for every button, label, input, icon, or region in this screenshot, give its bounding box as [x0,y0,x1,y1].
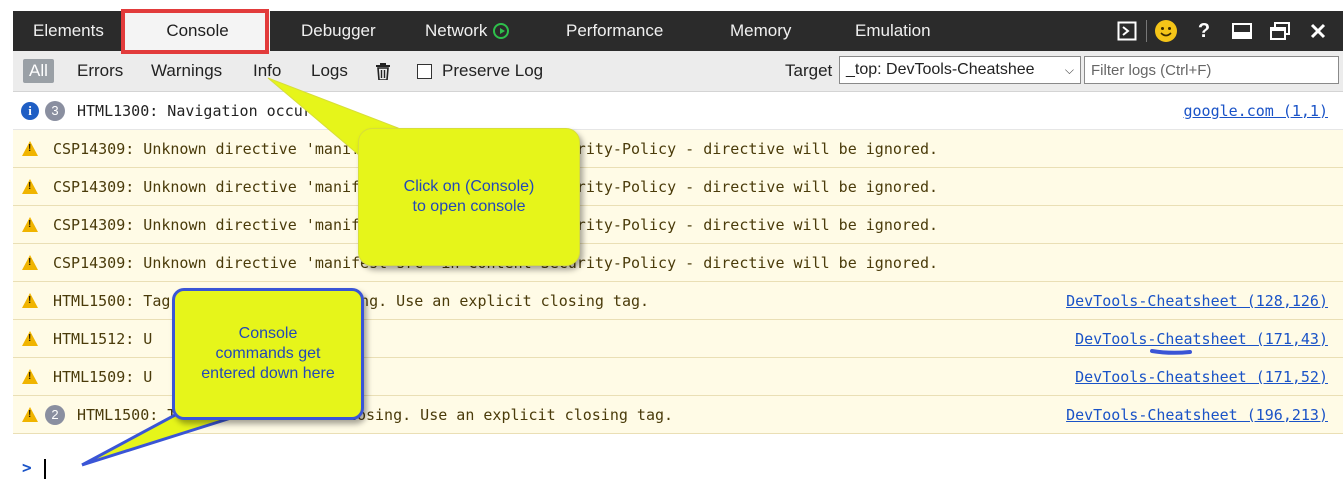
callout-text: Click on (Console) to open console [403,178,535,215]
console-tab-highlight-box [121,9,269,54]
callout-console-input: Console commands get entered down here [172,288,364,420]
callout-console-tab: Click on (Console) to open console [358,128,580,266]
callout-text: Console commands get entered down here [201,325,335,382]
callout-pointer-console-tab [81,77,1192,467]
